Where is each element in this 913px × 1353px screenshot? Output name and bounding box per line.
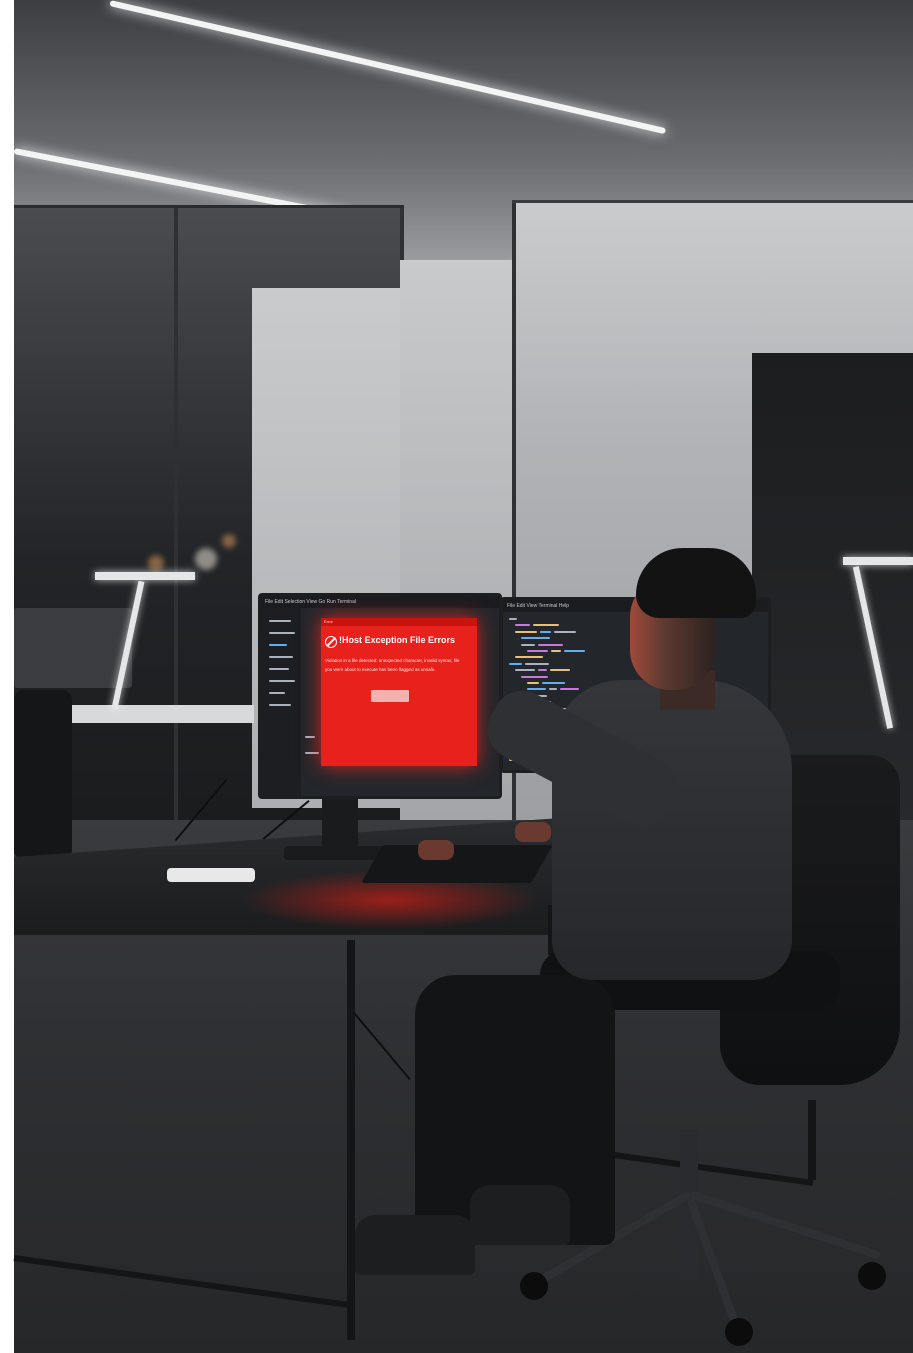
- code-line: [515, 656, 543, 659]
- office-photo: File Edit Selection View Go Run Terminal…: [0, 0, 913, 1353]
- bokeh-light: [222, 534, 236, 548]
- code-line: [509, 618, 517, 620]
- code-line: [525, 662, 549, 665]
- editor-menubar: File Edit Selection View Go Run Terminal: [261, 596, 499, 608]
- code-line: [550, 669, 570, 672]
- code-line: [538, 643, 563, 646]
- code-editor: File Edit Selection View Go Run Terminal…: [261, 596, 499, 796]
- code-line: [269, 668, 289, 670]
- code-line: [527, 688, 546, 691]
- background-monitor: [14, 608, 132, 688]
- chair-caster: [858, 1262, 886, 1290]
- code-line: [269, 644, 287, 646]
- error-dialog[interactable]: Error !Host Exception File Errors Violat…: [321, 618, 477, 766]
- code-line: [521, 637, 550, 640]
- chair-caster: [520, 1272, 548, 1300]
- dialog-message: Violation in a file detected: unexpected…: [325, 656, 475, 674]
- code-line: [551, 650, 561, 652]
- code-line: [533, 624, 559, 627]
- bokeh-light: [148, 555, 164, 571]
- file-explorer: [261, 608, 301, 796]
- dialog-title: !Host Exception File Errors: [339, 635, 456, 645]
- person-hair: [636, 548, 756, 618]
- image-border: [0, 0, 14, 1353]
- code-line: [269, 620, 291, 622]
- smartphone: [167, 868, 255, 882]
- code-line: [509, 662, 522, 665]
- code-line: [527, 650, 548, 652]
- person-hand: [418, 840, 454, 860]
- mullion: [174, 208, 178, 848]
- dialog-titlebar: Error: [321, 618, 477, 626]
- code-line: [542, 682, 565, 684]
- code-line: [269, 692, 285, 694]
- desk-leg: [808, 1100, 816, 1180]
- code-line: [305, 736, 315, 738]
- chair-caster: [725, 1318, 753, 1346]
- dialog-message-line: Violation in a file detected: unexpected…: [325, 658, 460, 663]
- code-line: [305, 752, 319, 754]
- keyboard[interactable]: [361, 845, 553, 883]
- code-line: [521, 643, 535, 646]
- code-line: [269, 680, 295, 682]
- code-line: [269, 656, 293, 658]
- bokeh-light: [195, 548, 217, 570]
- block-icon: [325, 636, 337, 648]
- monitor-stand: [322, 790, 358, 852]
- shoe: [355, 1215, 475, 1275]
- person-hand: [515, 822, 551, 842]
- dialog-message-line: you were about to execute has been flagg…: [325, 667, 436, 672]
- code-line: [521, 675, 548, 678]
- code-line: [269, 704, 291, 706]
- dialog-ok-button[interactable]: [371, 690, 409, 702]
- desk-lamp: [95, 572, 195, 580]
- code-line: [515, 624, 530, 627]
- code-line: [554, 630, 576, 633]
- code-line: [564, 650, 585, 652]
- code-line: [560, 688, 579, 691]
- code-line: [515, 669, 535, 672]
- code-line: [269, 632, 295, 634]
- desk-leg: [347, 940, 355, 1340]
- shoe: [470, 1185, 570, 1245]
- code-line: [515, 630, 537, 633]
- background-chair: [14, 690, 72, 860]
- code-line: [549, 688, 557, 691]
- code-line: [540, 630, 551, 633]
- desk-lamp: [843, 557, 913, 565]
- left-monitor: File Edit Selection View Go Run Terminal…: [258, 593, 502, 799]
- code-line: [527, 682, 539, 684]
- code-line: [538, 669, 547, 672]
